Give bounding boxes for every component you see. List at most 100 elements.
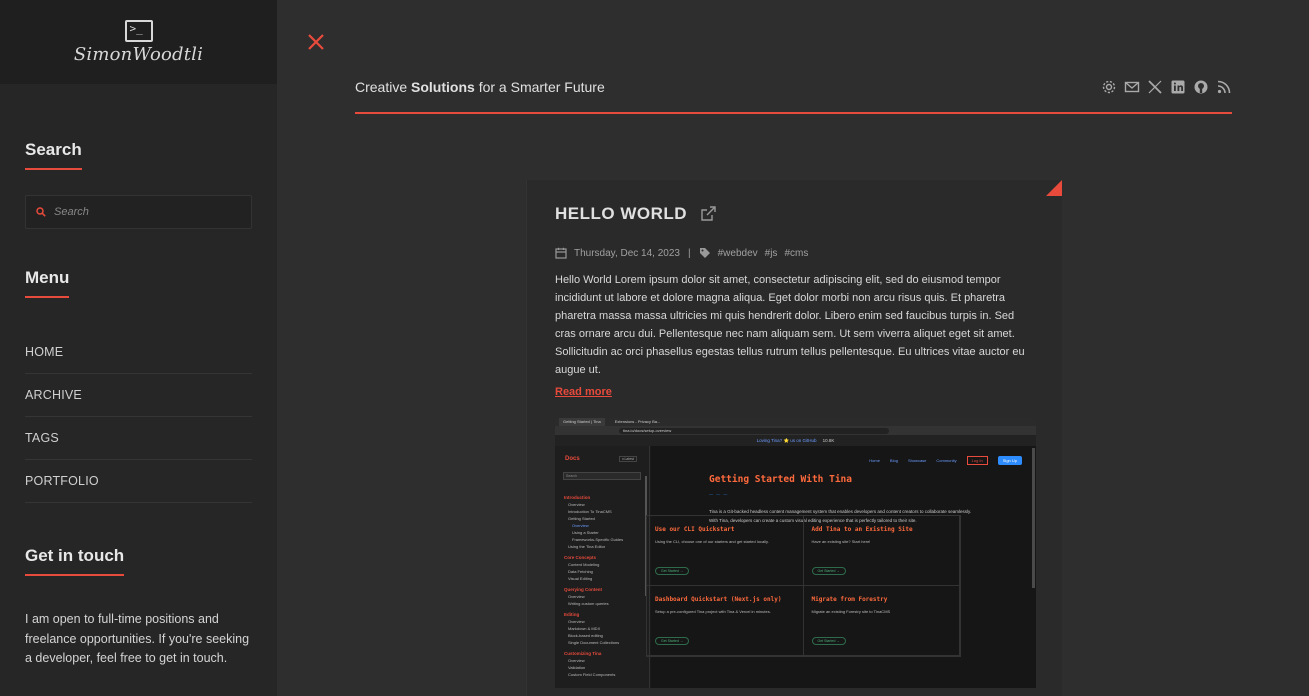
shot-card: Use our CLI Quickstart Using the CLI, ch… [647,516,804,586]
x-icon[interactable] [1146,78,1163,95]
shot-card: Add Tina to an Existing Site Have an exi… [803,516,960,586]
post-card: HELLO WORLD Thursday, Dec 14, 2023 | #we… [526,180,1062,696]
tag-icon [699,248,710,258]
shot-nav-item: Validation [568,665,586,670]
linkedin-icon[interactable] [1169,78,1186,95]
tag-webdev[interactable]: #webdev [718,248,758,259]
shot-login: Log In [966,456,988,465]
shot-nav-item: Frameworks-Specific Guides [572,537,624,542]
shot-nav-item: Querying Content [564,587,602,592]
menu-item-archive[interactable]: ARCHIVE [25,374,252,417]
shot-titlebar: Getting Started | Tina Extensions - Priv… [555,418,1036,426]
mail-icon[interactable] [1123,78,1140,95]
shot-banner: Loving Tina? ⭐ us on GitHub 10.8K [555,435,1036,446]
shot-nav-item: Data Fetching [568,569,593,574]
social-links [1100,78,1232,95]
shot-card-desc: Have an existing site? Start here! [811,539,871,544]
post-excerpt: Hello World Lorem ipsum dolor sit amet, … [555,274,1025,376]
search-input[interactable] [54,206,244,218]
read-more-link[interactable]: Read more [555,386,612,398]
terminal-icon: >_ [124,19,153,42]
search-icon [36,207,46,217]
shot-card-cta: Get Started → [655,637,690,645]
shot-card-cta: Get Started → [655,567,690,575]
shot-card-desc: Migrate an existing Forestry site to Tin… [811,609,891,614]
post-date: Thursday, Dec 14, 2023 [574,247,680,259]
shot-version: v.Latest [619,456,637,462]
shot-heading: Getting Started With Tina [709,474,852,485]
terminal-prompt: >_ [129,21,143,35]
menu-item-home[interactable]: HOME [25,331,252,374]
rss-icon[interactable] [1215,78,1232,95]
shot-card: Dashboard Quickstart (Next.js only) Setu… [647,586,804,656]
post-title[interactable]: HELLO WORLD [555,204,717,224]
shot-nav-item: Overview [568,658,585,663]
logo-text: SimonWoodtli [73,43,204,65]
shot-card-desc: Using the CLI, choose one of our starter… [655,539,769,544]
shot-signup: Sign Up [997,456,1022,465]
shot-addressbar: tina.io/docs/setup-overview [555,426,1036,435]
touch-heading: Get in touch [25,546,125,576]
shot-nav-item: Introduction To TinaCMS [568,509,612,514]
github-icon[interactable] [1192,78,1209,95]
shot-nav-item: Single Document Collections [568,640,620,645]
shot-card-title: Use our CLI Quickstart [655,526,735,533]
shot-nav-item: Writing custom queries [568,601,609,606]
shot-card-cta: Get Started → [811,637,846,645]
shot-nav-item: Using the Tina Editor [568,544,606,549]
shot-nav-item: Getting Started [568,516,595,521]
touch-text: I am open to full-time positions and fre… [25,612,250,665]
tagline-pre: Creative [355,79,412,95]
shot-sidebar: Docs v.Latest Search Introduction Overvie… [555,446,650,688]
close-icon [308,34,324,50]
shot-banner-text: Loving Tina? ⭐ us on GitHub [756,437,817,443]
tagline-post: for a Smarter Future [474,79,605,95]
calendar-icon [555,247,567,259]
tag-cms[interactable]: #cms [784,248,808,259]
shot-docs-label: Docs [565,456,580,462]
shot-card-title: Add Tina to an Existing Site [811,526,913,533]
shot-dots: — — — [709,491,729,496]
menu-heading: Menu [25,268,70,298]
shot-tab: Extensions - Privacy Ba... [610,418,665,426]
search-box[interactable] [25,195,252,229]
shot-nav-item: Overview [572,523,589,528]
shot-nav-blog: Blog [889,458,898,463]
post-image[interactable]: Getting Started | Tina Extensions - Priv… [555,418,1036,688]
menu-item-portfolio[interactable]: PORTFOLIO [25,460,252,503]
shot-page-scrollbar [1032,448,1035,588]
shot-url: tina.io/docs/setup-overview [619,427,889,434]
shot-tab: Getting Started | Tina [559,418,605,426]
shot-card-desc: Setup a pre-configured Tina project with… [655,609,771,614]
external-link-icon[interactable] [699,205,717,223]
shot-nav-item: Customizing Tina [564,651,602,656]
post-meta: Thursday, Dec 14, 2023 | #webdev #js #cm… [555,247,815,259]
shot-card-cta: Get Started → [811,567,846,575]
shot-search: Search [563,472,641,480]
shot-nav: Introduction Overview Introduction To Tina… [564,490,623,678]
menu-list: HOME ARCHIVE TAGS PORTFOLIO [25,331,252,503]
shot-nav-item: Custom Field Components [568,672,616,677]
shot-card-grid: Use our CLI Quickstart Using the CLI, ch… [646,515,961,657]
gear-icon[interactable] [1100,78,1117,95]
shot-nav-item: Overview [568,619,585,624]
shot-nav-item: Using a Starter [572,530,599,535]
tag-js[interactable]: #js [765,248,778,259]
logo[interactable]: >_ SimonWoodtli [0,0,277,84]
meta-separator: | [688,247,691,259]
shot-nav-item: Overview [568,502,585,507]
menu-item-tags[interactable]: TAGS [25,417,252,460]
shot-topnav: Home Blog Showcase Community Log In Sign… [869,456,1022,465]
shot-banner-count: 10.8K [822,438,835,443]
shot-nav-item: Editing [564,612,580,617]
post-title-text: HELLO WORLD [555,204,688,223]
shot-card: Migrate from Forestry Migrate an existin… [803,586,960,656]
shot-nav-item: Markdown & MDX [568,626,601,631]
card-corner-accent [1046,180,1062,196]
close-button[interactable] [305,31,327,53]
shot-nav-item: Visual Editing [568,576,593,581]
shot-nav-item: Block-based editing [568,633,603,638]
shot-nav-community: Community [936,458,957,463]
search-heading: Search [25,140,82,170]
shot-nav-item: Overview [568,594,585,599]
